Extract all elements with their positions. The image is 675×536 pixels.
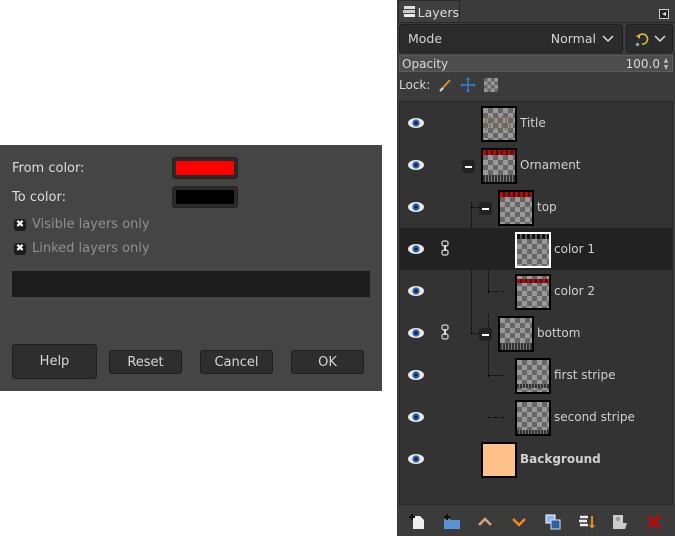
layer-thumbnail[interactable] xyxy=(481,148,517,184)
layer-row[interactable]: Background xyxy=(400,438,672,480)
lower-layer-icon[interactable] xyxy=(510,513,528,531)
layers-list: Title Ornament top color 1 color 2 botto… xyxy=(399,101,673,505)
to-color-label: To color: xyxy=(12,190,66,205)
collapse-group-icon[interactable] xyxy=(479,202,492,215)
opacity-label: Opacity xyxy=(402,56,449,71)
from-color-swatch xyxy=(176,161,234,175)
layer-name[interactable]: Background xyxy=(520,452,601,466)
opacity-value: 100.0 xyxy=(625,56,660,71)
eye-visibility-icon[interactable] xyxy=(408,453,424,465)
layer-row[interactable]: Title xyxy=(400,102,672,144)
help-button[interactable]: Help xyxy=(12,344,97,379)
visible-layers-only-checkbox[interactable]: ✖ Visible layers only xyxy=(14,217,150,232)
tab-layers[interactable]: Layers xyxy=(398,0,460,23)
visible-layers-only-label: Visible layers only xyxy=(32,217,150,232)
checkbox-checked-icon: ✖ xyxy=(14,242,26,255)
layer-thumbnail[interactable] xyxy=(515,232,551,268)
chain-link-icon[interactable] xyxy=(441,240,449,256)
mode-label: Mode xyxy=(408,31,443,46)
new-layer-group-icon[interactable] xyxy=(443,513,461,531)
tab-divider xyxy=(397,22,675,23)
from-color-label: From color: xyxy=(12,161,85,176)
chevron-down-icon xyxy=(602,34,614,42)
mode-dropdown[interactable]: Mode Normal xyxy=(399,24,623,53)
raise-layer-icon[interactable] xyxy=(476,513,494,531)
merge-down-icon[interactable] xyxy=(578,513,596,531)
layer-name[interactable]: Title xyxy=(520,116,546,130)
mode-value: Normal xyxy=(550,31,596,46)
composite-mode-icon xyxy=(634,32,648,47)
layer-thumbnail[interactable] xyxy=(481,442,517,478)
chain-link-icon[interactable] xyxy=(441,324,449,340)
eye-visibility-icon[interactable] xyxy=(408,285,424,297)
eye-visibility-icon[interactable] xyxy=(408,327,424,339)
layer-name[interactable]: color 1 xyxy=(554,242,595,256)
layer-thumbnail[interactable] xyxy=(515,274,551,310)
layers-toolbar xyxy=(397,507,675,536)
to-color-button[interactable] xyxy=(172,186,238,208)
layer-name[interactable]: Ornament xyxy=(520,158,581,172)
composite-mode-dropdown[interactable] xyxy=(626,24,673,53)
spin-arrows-icon[interactable]: ▲ ▼ xyxy=(662,57,670,71)
layer-row[interactable]: top xyxy=(400,186,672,228)
layer-name[interactable]: first stripe xyxy=(554,368,616,382)
layer-name[interactable]: color 2 xyxy=(554,284,595,298)
layer-mask-icon[interactable] xyxy=(611,513,629,531)
layer-row[interactable]: color 2 xyxy=(400,270,672,312)
from-color-button[interactable] xyxy=(172,157,238,179)
cancel-button[interactable]: Cancel xyxy=(200,350,273,374)
layer-name[interactable]: second stripe xyxy=(554,410,635,424)
layer-thumbnail[interactable] xyxy=(481,106,517,142)
delete-layer-icon[interactable] xyxy=(645,513,663,531)
layers-panel: Layers Mode Normal Opacity 100.0 ▲ ▼ Lock… xyxy=(397,0,675,536)
tab-label: Layers xyxy=(417,4,459,20)
eye-visibility-icon[interactable] xyxy=(408,117,424,129)
lock-alpha-checker-icon[interactable] xyxy=(484,78,499,92)
collapse-group-icon[interactable] xyxy=(479,328,492,341)
layer-name[interactable]: bottom xyxy=(537,326,580,340)
layers-icon xyxy=(403,6,415,17)
linked-layers-only-checkbox[interactable]: ✖ Linked layers only xyxy=(14,241,150,256)
layer-thumbnail[interactable] xyxy=(498,316,534,352)
layer-name[interactable]: top xyxy=(537,200,557,214)
opacity-spinbox[interactable]: Opacity 100.0 ▲ ▼ xyxy=(399,55,673,72)
eye-visibility-icon[interactable] xyxy=(408,201,424,213)
layer-row-selected[interactable]: color 1 xyxy=(400,228,672,270)
layer-thumbnail[interactable] xyxy=(515,358,551,394)
eye-visibility-icon[interactable] xyxy=(408,369,424,381)
layer-thumbnail[interactable] xyxy=(498,190,534,226)
linked-layers-only-label: Linked layers only xyxy=(32,241,150,256)
lock-label: Lock: xyxy=(399,78,431,92)
collapse-group-icon[interactable] xyxy=(462,160,475,173)
duplicate-layer-icon[interactable] xyxy=(544,513,562,531)
progress-bar xyxy=(12,271,370,297)
chevron-down-icon xyxy=(653,34,666,42)
checkbox-checked-icon: ✖ xyxy=(14,218,26,231)
lock-position-move-icon[interactable] xyxy=(460,77,477,93)
eye-visibility-icon[interactable] xyxy=(408,243,424,255)
layer-thumbnail[interactable] xyxy=(515,400,551,436)
eye-visibility-icon[interactable] xyxy=(408,411,424,423)
panel-menu-icon[interactable] xyxy=(659,9,669,19)
reset-button[interactable]: Reset xyxy=(109,350,182,374)
layer-row[interactable]: first stripe xyxy=(400,354,672,396)
layer-row[interactable]: second stripe xyxy=(400,396,672,438)
eye-visibility-icon[interactable] xyxy=(408,159,424,171)
lock-row: Lock: xyxy=(399,77,499,93)
new-layer-icon[interactable] xyxy=(408,513,427,531)
layer-row[interactable]: bottom xyxy=(400,312,672,354)
to-color-swatch xyxy=(176,190,234,204)
layer-row[interactable]: Ornament xyxy=(400,144,672,186)
lock-pixels-brush-icon[interactable] xyxy=(438,78,452,92)
color-exchange-dialog: From color: To color: ✖ Visible layers o… xyxy=(0,145,382,391)
ok-button[interactable]: OK xyxy=(291,350,364,374)
